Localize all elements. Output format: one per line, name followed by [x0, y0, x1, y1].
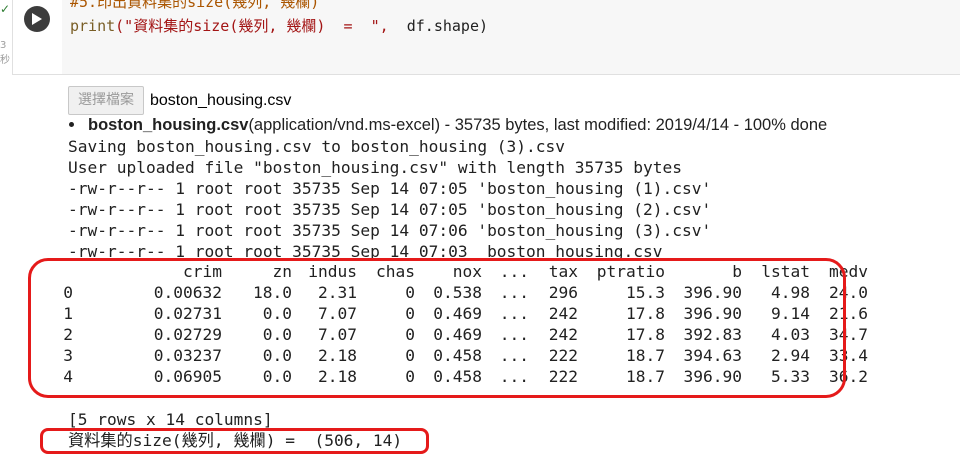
code-comment-line: #5.印出資料集的size(幾列, 幾欄): [70, 0, 320, 11]
print-keyword: print: [70, 17, 116, 35]
output-line: Saving boston_housing.csv to boston_hous…: [68, 137, 566, 156]
play-icon: [32, 13, 42, 25]
execution-time: 3秒: [0, 40, 10, 66]
run-cell-button[interactable]: [24, 6, 50, 32]
upload-status-item: boston_housing.csv(application/vnd.ms-ex…: [68, 116, 827, 135]
selected-file-name: boston_housing.csv: [150, 91, 292, 109]
dataframe-summary: [5 rows x 14 columns]: [68, 410, 273, 429]
output-divider: [12, 74, 960, 75]
bullet-icon: [69, 121, 74, 127]
output-line: -rw-r--r-- 1 root root 35735 Sep 14 07:0…: [68, 179, 712, 198]
output-line: User uploaded file "boston_housing.csv" …: [68, 158, 682, 177]
cell-gutter: ✓ 3秒: [0, 0, 12, 468]
output-line: -rw-r--r-- 1 root root 35735 Sep 14 07:0…: [68, 200, 712, 219]
output-line: -rw-r--r-- 1 root root 35735 Sep 14 07:0…: [68, 221, 712, 240]
file-upload-row: 選擇檔案 boston_housing.csv: [68, 86, 291, 115]
cell-border: [12, 0, 13, 74]
print-string: ("資料集的size(幾列, 幾欄) = ",: [115, 17, 389, 35]
dataframe-highlight: [28, 258, 846, 398]
executed-check-icon: ✓: [0, 2, 11, 16]
upload-detail: (application/vnd.ms-excel) - 35735 bytes…: [248, 116, 828, 134]
print-argument: df.shape): [388, 17, 489, 35]
shape-highlight: [40, 428, 429, 454]
uploaded-file-name: boston_housing.csv: [88, 116, 249, 134]
code-print-line: print("資料集的size(幾列, 幾欄) = ", df.shape): [70, 16, 488, 36]
choose-file-button[interactable]: 選擇檔案: [68, 86, 144, 115]
